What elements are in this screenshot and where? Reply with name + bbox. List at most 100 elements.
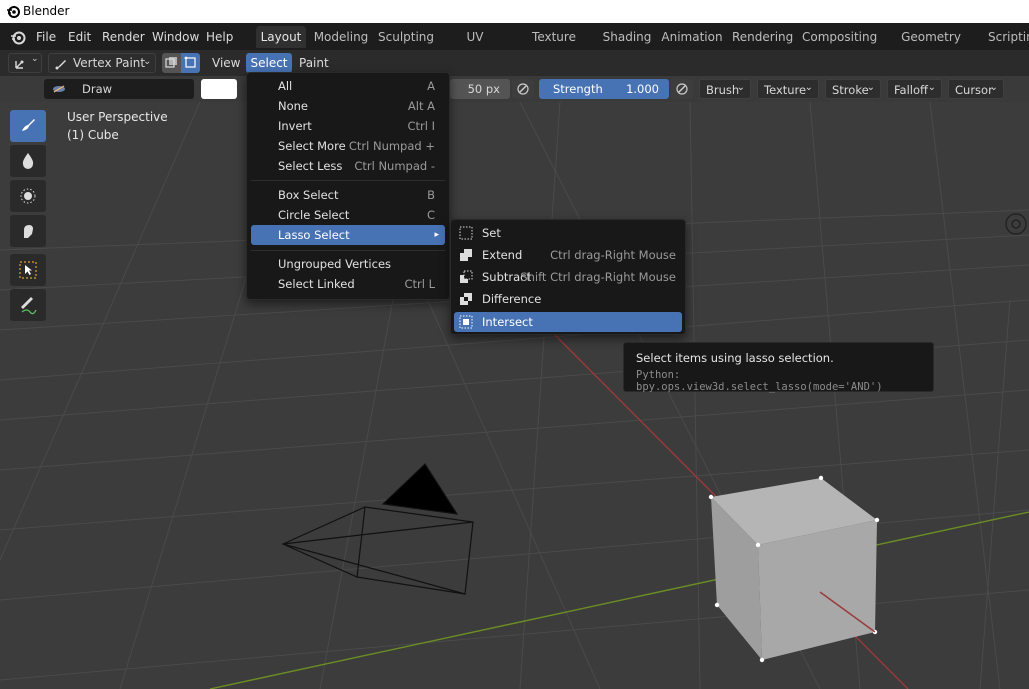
- 3d-viewport[interactable]: User Perspective (1) Cube: [0, 102, 1029, 689]
- radius-value: 50 px: [467, 82, 500, 96]
- chevron-down-icon: ⌄: [989, 82, 998, 93]
- menu-item-label: None: [278, 99, 309, 113]
- stroke-dropdown[interactable]: Stroke ⌄: [825, 79, 881, 99]
- drop-icon: [22, 153, 34, 169]
- menu-item-all[interactable]: All A: [251, 76, 445, 96]
- chevron-down-icon: ⌄: [736, 82, 745, 93]
- annotate-tool[interactable]: [10, 289, 46, 321]
- editor-type-dropdown[interactable]: ⌄: [8, 53, 42, 73]
- window-titlebar: Blender: [0, 0, 1029, 23]
- lasso-select-submenu: Set Extend Ctrl drag-Right Mouse Subtract…: [450, 219, 686, 335]
- menu-item-none[interactable]: None Alt A: [251, 96, 445, 116]
- chevron-down-icon: ⌄: [866, 82, 875, 93]
- menu-item-invert[interactable]: Invert Ctrl I: [251, 116, 445, 136]
- menu-edit[interactable]: Edit: [68, 28, 91, 46]
- brush-thumbnail-icon: [53, 85, 65, 93]
- menu-item-select-less[interactable]: Select Less Ctrl Numpad -: [251, 156, 445, 176]
- tab-rendering[interactable]: Rendering: [732, 26, 793, 48]
- tab-layout[interactable]: Layout: [256, 26, 306, 48]
- menu-item-lasso-select[interactable]: Lasso Select ▸: [251, 225, 445, 245]
- menu-item-label: All: [278, 79, 293, 93]
- menu-item-box-select[interactable]: Box Select B: [251, 185, 445, 205]
- menu-paint[interactable]: Paint: [299, 53, 329, 73]
- select-box-tool[interactable]: [10, 254, 46, 286]
- lasso-mode-subtract[interactable]: Subtract Shift Ctrl drag-Right Mouse: [454, 267, 682, 287]
- menu-item-shortcut: A: [427, 79, 435, 93]
- finger-icon: [24, 225, 33, 238]
- strength-slider[interactable]: Strength 1.000: [539, 79, 669, 99]
- tab-compositing[interactable]: Compositing: [802, 26, 877, 48]
- menu-item-shortcut: Ctrl L: [404, 277, 435, 291]
- select-intersect-icon: [459, 315, 473, 329]
- cursor-dropdown-label: Cursor: [955, 83, 993, 97]
- texture-dropdown-label: Texture: [764, 83, 807, 97]
- lasso-mode-set[interactable]: Set: [454, 223, 682, 243]
- color-swatch[interactable]: [201, 79, 237, 99]
- submenu-arrow-icon: ▸: [434, 230, 439, 240]
- strength-pressure-toggle[interactable]: [671, 79, 693, 99]
- select-subtract-icon: [460, 270, 473, 283]
- lasso-mode-intersect[interactable]: Intersect: [454, 312, 682, 332]
- menu-item-shortcut: Ctrl I: [407, 119, 435, 133]
- vertex-mask-toggle[interactable]: [181, 53, 200, 73]
- tooltip-description: Select items using lasso selection.: [636, 351, 834, 365]
- brush-dropdown[interactable]: Brush ⌄: [699, 79, 751, 99]
- menu-item-label: Select Less: [278, 159, 343, 173]
- menu-item-label: Circle Select: [278, 208, 350, 222]
- menu-item-ungrouped-vertices[interactable]: Ungrouped Vertices: [251, 254, 445, 274]
- select-extend-icon: [460, 249, 472, 261]
- camera-object[interactable]: [281, 463, 474, 595]
- menu-item-select-linked[interactable]: Select Linked Ctrl L: [251, 274, 445, 294]
- menu-view[interactable]: View: [212, 53, 240, 73]
- blender-menu-icon[interactable]: [10, 29, 26, 45]
- view-gizmo-icon[interactable]: [1005, 213, 1027, 235]
- tab-shading[interactable]: Shading: [602, 26, 652, 48]
- face-mask-toggle[interactable]: [162, 53, 181, 73]
- tooltip-python: Python: bpy.ops.view3d.select_lasso(mode…: [636, 369, 883, 393]
- cursor-dropdown[interactable]: Cursor ⌄: [948, 79, 1004, 99]
- menu-select[interactable]: Select: [246, 53, 292, 73]
- falloff-dropdown[interactable]: Falloff ⌄: [887, 79, 942, 99]
- menu-window[interactable]: Window: [152, 28, 199, 46]
- average-icon: [20, 188, 36, 204]
- menu-render[interactable]: Render: [102, 28, 145, 46]
- menu-help[interactable]: Help: [206, 28, 233, 46]
- strength-label: Strength: [553, 82, 603, 96]
- draw-tool[interactable]: [10, 110, 46, 142]
- axis-gizmo-icon: [15, 60, 24, 69]
- menu-item-shortcut: Ctrl Numpad -: [354, 159, 435, 173]
- smear-tool[interactable]: [10, 215, 46, 247]
- mode-label: Vertex Paint: [73, 56, 146, 70]
- average-tool[interactable]: [10, 180, 46, 212]
- tab-scripting[interactable]: Scripting: [988, 26, 1029, 48]
- mode-dropdown[interactable]: Vertex Paint ⌄: [48, 53, 156, 73]
- menu-item-shortcut: Ctrl Numpad +: [348, 139, 435, 153]
- tab-modeling[interactable]: Modeling: [312, 26, 370, 48]
- radius-field[interactable]: 50 px: [450, 79, 510, 99]
- select-box-icon: [19, 261, 37, 279]
- menu-item-label: Select More: [278, 139, 346, 153]
- menu-item-label: Invert: [278, 119, 312, 133]
- lasso-mode-difference[interactable]: Difference: [454, 289, 682, 309]
- lasso-mode-extend[interactable]: Extend Ctrl drag-Right Mouse: [454, 245, 682, 265]
- menu-item-select-more[interactable]: Select More Ctrl Numpad +: [251, 136, 445, 156]
- tab-texture-paint[interactable]: Texture Paint: [516, 26, 592, 66]
- viewport-object-label: (1) Cube: [67, 128, 119, 142]
- select-set-icon: [459, 226, 473, 240]
- tab-uv-editing[interactable]: UV Editing: [444, 26, 506, 66]
- blur-tool[interactable]: [10, 145, 46, 177]
- texture-dropdown[interactable]: Texture ⌄: [757, 79, 819, 99]
- tab-animation[interactable]: Animation: [660, 26, 724, 48]
- blender-logo-icon: [7, 6, 20, 18]
- brush-selector[interactable]: Draw: [44, 79, 194, 99]
- cube-object[interactable]: [708, 475, 880, 663]
- annotate-icon: [21, 297, 37, 315]
- tab-geometry-nodes[interactable]: Geometry Nodes: [884, 26, 978, 66]
- chevron-down-icon: ⌄: [804, 82, 813, 93]
- tab-sculpting[interactable]: Sculpting: [378, 26, 434, 48]
- pen-pressure-icon: [676, 83, 688, 95]
- menu-item-circle-select[interactable]: Circle Select C: [251, 205, 445, 225]
- menu-file[interactable]: File: [36, 28, 56, 46]
- submenu-item-shortcut: Shift Ctrl drag-Right Mouse: [520, 270, 676, 284]
- radius-pressure-toggle[interactable]: [512, 79, 534, 99]
